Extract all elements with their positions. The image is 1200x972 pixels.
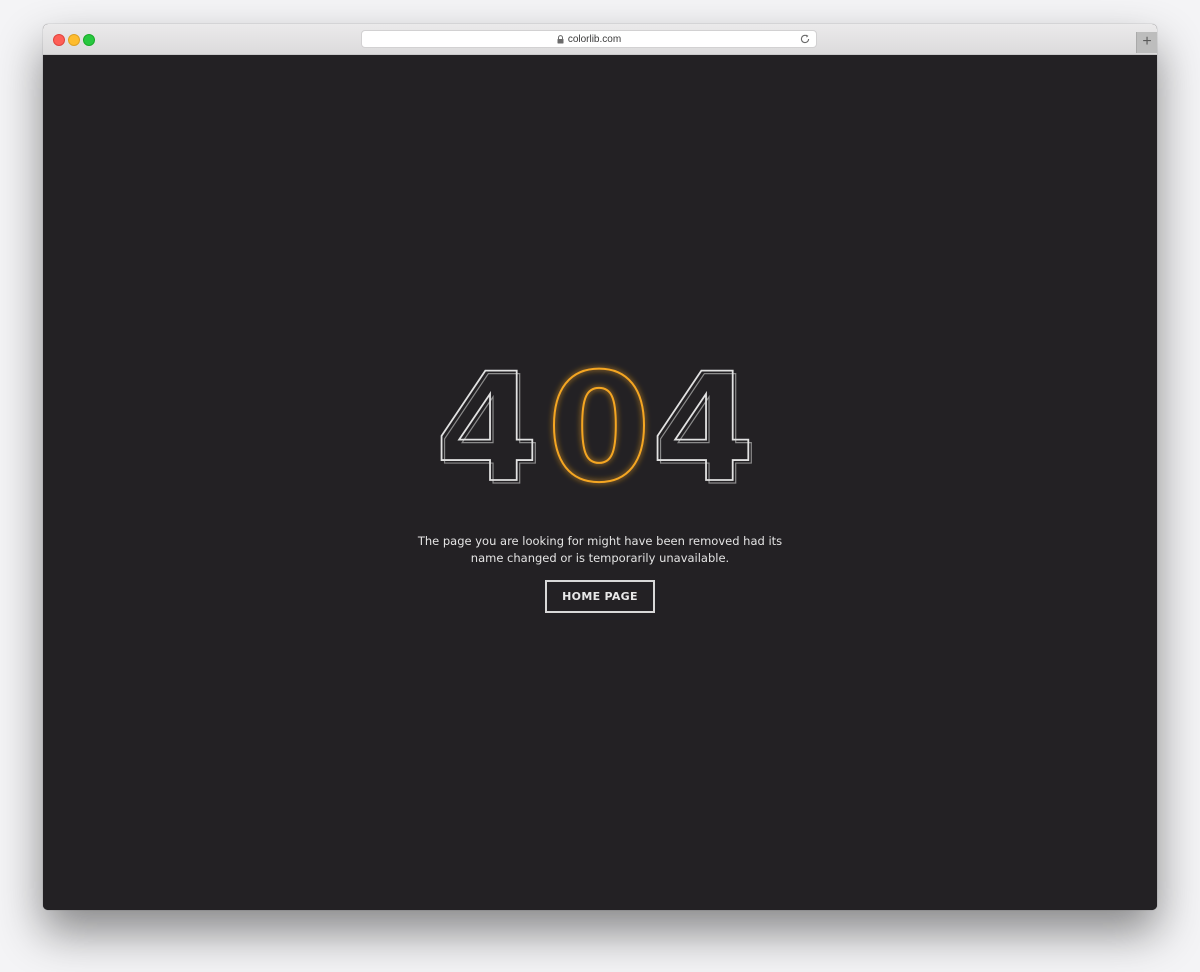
error-digit-1: 4 — [435, 360, 539, 515]
address-bar[interactable]: colorlib.com — [361, 30, 817, 48]
home-page-button[interactable]: HOME PAGE — [545, 580, 655, 613]
notfound-container: 4 4 0 4 4 The page you are looking for m… — [43, 55, 1157, 910]
error-code: 4 4 0 4 4 — [434, 360, 759, 515]
minimize-window-icon[interactable] — [68, 34, 80, 46]
error-message: The page you are looking for might have … — [417, 534, 783, 565]
browser-window: colorlib.com + 4 4 0 4 4 The page you ar… — [43, 24, 1157, 910]
new-tab-button[interactable]: + — [1136, 32, 1157, 53]
error-digit-3: 4 — [651, 360, 755, 515]
page-content: 4 4 0 4 4 The page you are looking for m… — [43, 55, 1157, 910]
browser-titlebar: colorlib.com + — [43, 24, 1157, 55]
reload-icon[interactable] — [799, 33, 811, 45]
error-digit-2: 0 — [547, 360, 651, 515]
lock-icon — [557, 34, 564, 44]
address-url: colorlib.com — [567, 33, 622, 45]
maximize-window-icon[interactable] — [83, 34, 95, 46]
close-window-icon[interactable] — [53, 34, 65, 46]
